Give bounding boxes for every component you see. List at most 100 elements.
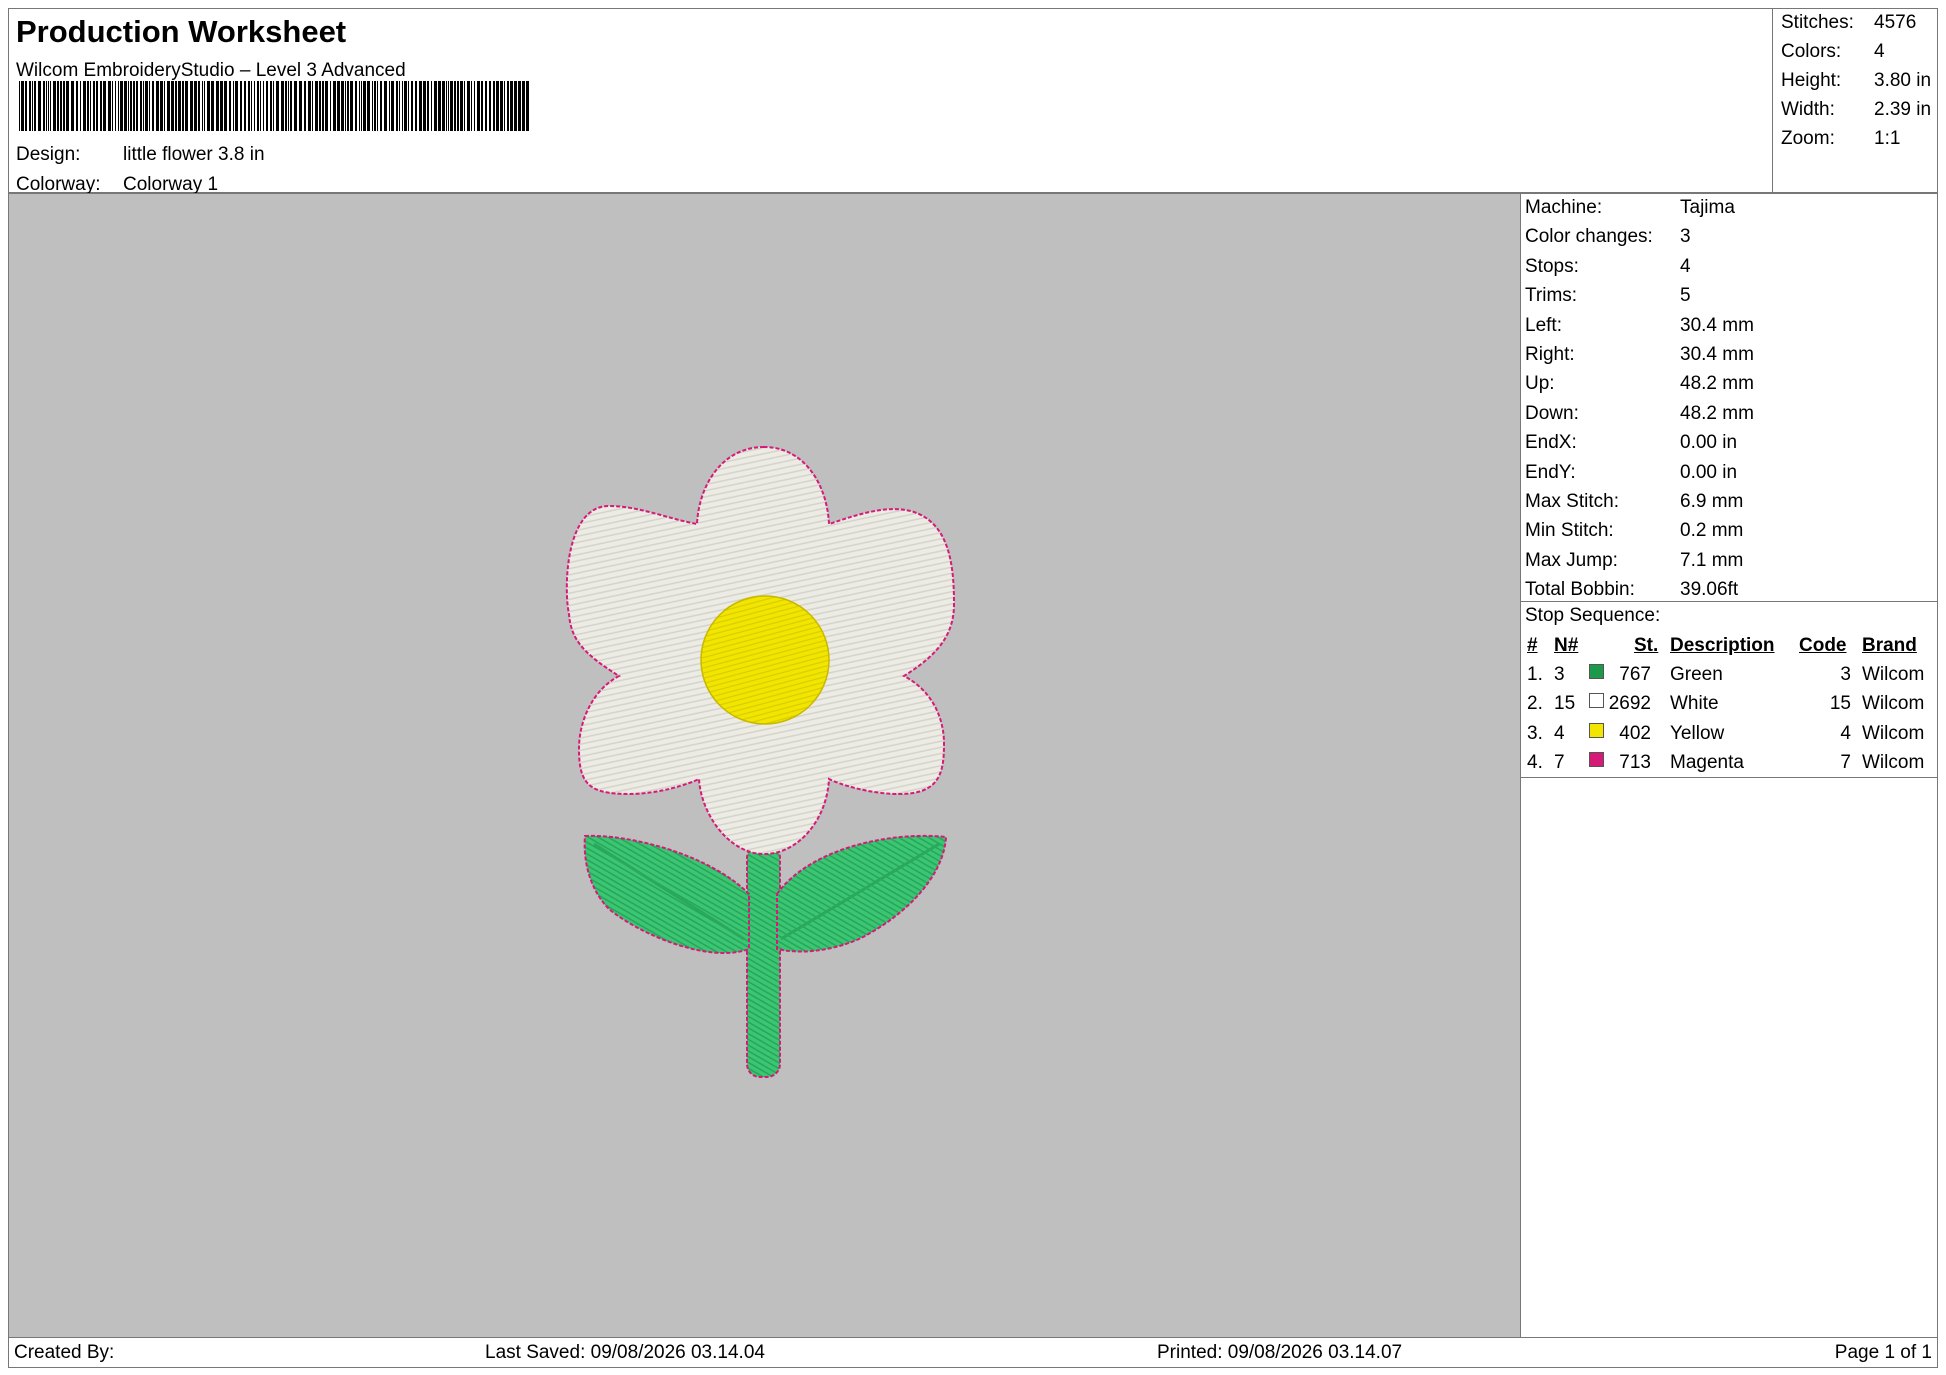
barcode-bar <box>240 81 242 131</box>
barcode-bar <box>171 81 174 131</box>
machine-stat-value: 48.2 mm <box>1680 373 1754 395</box>
barcode-bar <box>464 81 465 131</box>
stop-stitches: 713 <box>1619 752 1651 774</box>
barcode-bar <box>63 81 65 131</box>
barcode-bar <box>377 81 378 131</box>
barcode-bar <box>167 81 170 131</box>
barcode-bar <box>518 81 521 131</box>
stop-num: 2. <box>1527 693 1543 715</box>
stop-needle: 7 <box>1554 752 1565 774</box>
barcode-bar <box>46 81 47 131</box>
machine-stat-value: 30.4 mm <box>1680 344 1754 365</box>
barcode-bar <box>396 81 398 131</box>
barcode-bar <box>442 81 445 131</box>
barcode-bar <box>294 81 297 131</box>
machine-stat-row: Up: 48.2 mm <box>1525 373 1754 395</box>
flower-center <box>700 595 830 725</box>
barcode-bar <box>235 81 238 131</box>
stop-description: White <box>1670 693 1719 715</box>
barcode-bar <box>363 81 366 131</box>
barcode-bar <box>124 81 127 131</box>
barcode-bar <box>143 81 144 131</box>
barcode-bar <box>254 81 255 131</box>
barcode-bar <box>308 81 311 131</box>
barcode-bar <box>384 81 387 131</box>
summary-value: 4576 <box>1874 12 1917 33</box>
stop-stitches: 767 <box>1619 664 1651 685</box>
barcode-bar <box>204 81 205 131</box>
machine-info-panel: Machine: Tajima Color changes: 3 Stops: 4 Trim… <box>1521 193 1938 1338</box>
barcode-bar <box>434 81 437 131</box>
stop-sequence-row: 3. 4 402 Yellow 4 Wilcom <box>1521 722 1937 749</box>
divider <box>1521 777 1937 778</box>
barcode-bar <box>25 81 27 131</box>
barcode-bar <box>431 81 432 131</box>
barcode-bar <box>276 81 279 131</box>
machine-stat-row: Left: 30.4 mm <box>1525 315 1754 337</box>
barcode-bar <box>347 81 349 131</box>
stop-sequence-header: # N# St. Description Code Brand <box>1521 635 1937 661</box>
right-leaf <box>776 834 948 953</box>
barcode-bar <box>229 81 231 131</box>
machine-stat-row: EndY: 0.00 in <box>1525 462 1737 484</box>
barcode-bar <box>341 81 344 131</box>
summary-value: 2.39 in <box>1874 99 1932 120</box>
machine-stat-row: EndX: 0.00 in <box>1525 432 1737 454</box>
barcode-bar <box>257 81 259 131</box>
barcode-bar <box>216 81 219 131</box>
stop-sequence-row: 1. 3 767 Green 3 Wilcom <box>1521 664 1937 690</box>
machine-stat-value: 0.2 mm <box>1680 520 1744 542</box>
barcode-bar <box>140 81 142 131</box>
barcode-bar <box>325 81 328 131</box>
barcode-bar <box>149 81 150 131</box>
barcode-bar <box>224 81 227 131</box>
col-header-code: Code <box>1799 635 1847 656</box>
barcode-bar <box>202 81 203 131</box>
barcode-bar <box>504 81 505 131</box>
summary-label: Zoom: <box>1781 128 1835 149</box>
barcode-bar <box>160 81 163 131</box>
barcode-bar <box>522 81 525 131</box>
last-saved: Last Saved: 09/08/2026 03.14.04 <box>485 1342 765 1363</box>
machine-stat-label: Trims: <box>1525 285 1578 307</box>
thread-color-swatch <box>1589 664 1604 679</box>
software-name: Wilcom EmbroideryStudio – Level 3 Advanc… <box>16 60 406 81</box>
barcode-bar <box>233 81 234 131</box>
barcode-bar <box>285 81 287 131</box>
col-header-num: # <box>1527 635 1538 656</box>
barcode-bar <box>467 81 470 131</box>
barcode-bar <box>211 81 214 131</box>
barcode-bar <box>337 81 340 131</box>
stop-num: 3. <box>1527 722 1543 744</box>
machine-stat-row: Right: 30.4 mm <box>1525 344 1754 366</box>
col-header-description: Description <box>1670 635 1775 656</box>
worksheet-footer: Created By: Last Saved: 09/08/2026 03.14… <box>8 1338 1938 1368</box>
page-title: Production Worksheet <box>16 14 347 49</box>
barcode-bar <box>100 81 102 131</box>
barcode-icon <box>19 81 529 131</box>
machine-stat-label: Color changes: <box>1525 226 1653 248</box>
barcode-bar <box>299 81 302 131</box>
stop-needle: 15 <box>1554 693 1576 715</box>
barcode-bar <box>500 81 503 131</box>
machine-stat-row: Stops: 4 <box>1525 256 1691 278</box>
machine-stat-row: Machine: Tajima <box>1525 197 1735 219</box>
machine-stat-value: 3 <box>1680 226 1691 248</box>
barcode-bar <box>485 81 487 131</box>
machine-stat-label: Machine: <box>1525 197 1603 218</box>
barcode-bar <box>372 81 373 131</box>
flower-design-image <box>565 445 956 1078</box>
machine-stat-value: 6.9 mm <box>1680 491 1744 512</box>
stop-stitches: 402 <box>1619 722 1651 744</box>
machine-stat-value: 4 <box>1680 255 1691 277</box>
barcode-bar <box>399 81 400 131</box>
barcode-bar <box>446 81 447 131</box>
barcode-bar <box>60 81 62 131</box>
barcode-bar <box>489 81 491 131</box>
barcode-bar <box>108 81 111 131</box>
barcode-bar <box>118 81 119 131</box>
barcode-bar <box>391 81 394 131</box>
barcode-bar <box>270 81 272 131</box>
barcode-bar <box>457 81 459 131</box>
col-header-brand: Brand <box>1862 635 1917 656</box>
